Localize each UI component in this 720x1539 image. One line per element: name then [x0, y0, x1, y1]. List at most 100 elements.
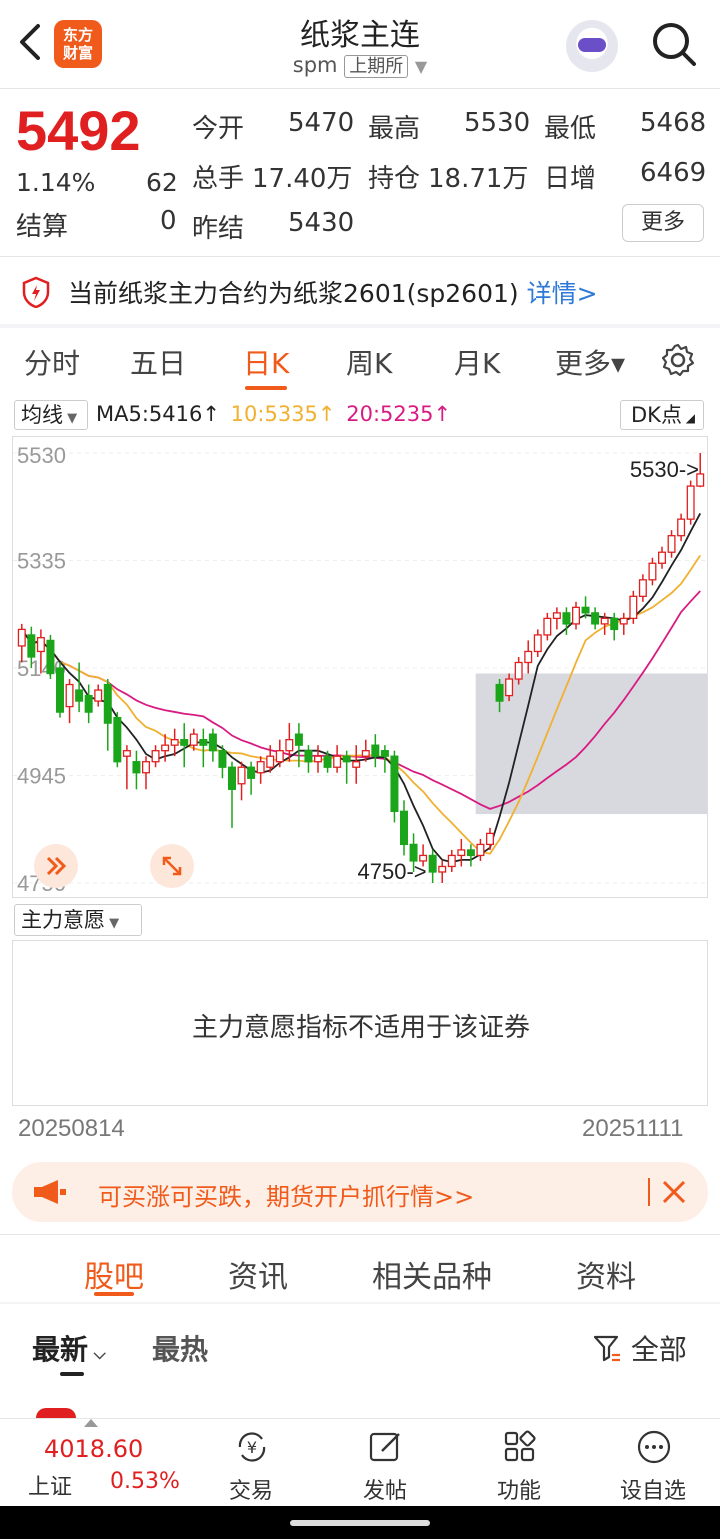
period-tabs: 分时 五日 日K 周K 月K 更多▾ — [0, 328, 720, 392]
nav-trade-label: 交易 — [228, 1479, 273, 1504]
section-gap — [0, 1302, 720, 1304]
notice-text: 当前纸浆主力合约为纸浆2601(sp2601) — [68, 279, 519, 308]
candle-body — [667, 535, 676, 553]
system-nav-bar — [0, 1506, 720, 1539]
assistant-robot-icon[interactable] — [566, 20, 618, 72]
more-quote-button[interactable]: 更多 — [622, 204, 704, 242]
tab-monthly-k[interactable]: 月K — [454, 342, 500, 382]
fullscreen-button[interactable] — [150, 844, 194, 888]
nav-functions[interactable]: 功能 — [464, 1419, 574, 1507]
candle-body — [218, 750, 227, 768]
candle-body — [189, 733, 198, 746]
post-avatar[interactable] — [36, 1408, 76, 1418]
tab-related[interactable]: 相关品种 — [372, 1252, 492, 1296]
main-contract-notice[interactable]: 当前纸浆主力合约为纸浆2601(sp2601) 详情> — [0, 258, 720, 324]
sort-indicator — [60, 1372, 84, 1376]
nav-add-watchlist[interactable]: 设自选 — [598, 1419, 708, 1507]
low-marker: 4750-> — [358, 859, 427, 884]
notice-detail-link[interactable]: 详情> — [527, 279, 598, 308]
prev-settle-value: 5430 — [288, 208, 355, 238]
sort-latest[interactable]: 最新 ⌵ — [32, 1328, 106, 1368]
promo-divider — [648, 1178, 650, 1206]
candle-body — [581, 606, 590, 614]
ma20-value: 20:5235 — [346, 402, 434, 426]
candle-body — [122, 750, 131, 757]
candle-body — [94, 689, 103, 702]
shield-alert-icon — [22, 276, 50, 308]
candle-body — [533, 634, 542, 653]
candle-body — [390, 755, 399, 812]
candle-body — [495, 683, 504, 702]
ma-type-select[interactable]: 均线 ▼ — [14, 400, 88, 430]
megaphone-icon — [34, 1180, 66, 1204]
exchange-badge: 上期所 — [344, 55, 409, 78]
settings-gear-icon[interactable] — [660, 342, 696, 378]
nav-trade[interactable]: ¥ 交易 — [196, 1419, 306, 1507]
candle-body — [600, 617, 609, 625]
indicator-message: 主力意愿指标不适用于该证券 — [191, 1013, 530, 1043]
index-name: 上证 — [28, 1475, 73, 1500]
candle-body — [208, 733, 217, 752]
candle-body — [400, 810, 408, 846]
candle-body — [505, 678, 514, 697]
active-tab-indicator — [245, 386, 287, 390]
compose-icon — [369, 1432, 400, 1462]
filter-button[interactable]: 全部 — [592, 1328, 687, 1368]
candle-body — [113, 716, 122, 763]
dk-point-button[interactable]: DK点 ◢ — [620, 400, 704, 430]
ma20-arrow: ↑ — [433, 402, 452, 426]
tab-forum[interactable]: 股吧 — [84, 1252, 144, 1296]
kline-chart[interactable]: 5530 5335 5140 4945 4750 5530-> 4750-> — [12, 436, 709, 898]
candle-body — [591, 612, 600, 625]
candle-body — [486, 832, 494, 846]
header: 东方 财富 纸浆主连 spm 上期所 ▼ — [0, 0, 720, 88]
tab-more[interactable]: 更多▾ — [555, 342, 625, 382]
home-indicator[interactable] — [290, 1520, 430, 1526]
tab-intraday[interactable]: 分时 — [24, 342, 80, 382]
candle-body — [447, 854, 456, 868]
bottom-toolbar: 4018.60 上证 0.53% ¥ 交易 发帖 功能 设自选 — [0, 1418, 720, 1506]
indicator-select-label: 主力意愿 — [21, 908, 105, 932]
candle-body — [285, 739, 294, 752]
content-tabs: 股吧 资讯 相关品种 资料 — [0, 1236, 720, 1302]
daily-increase-value: 6469 — [640, 158, 707, 188]
nav-functions-label: 功能 — [496, 1479, 541, 1504]
sort-hot[interactable]: 最热 — [152, 1328, 208, 1368]
candle-body — [304, 750, 313, 763]
expand-left-button[interactable] — [34, 844, 78, 888]
candle-body — [677, 518, 686, 537]
filter-icon — [593, 1335, 620, 1362]
ma10-arrow: ↑ — [317, 402, 336, 426]
tab-profile[interactable]: 资料 — [576, 1252, 636, 1296]
settle-label: 结算 — [16, 212, 69, 242]
ma-select-label: 均线 — [21, 403, 63, 427]
candle-body — [619, 617, 628, 625]
date-end: 20251111 — [582, 1115, 684, 1142]
settle-value: 0 — [160, 206, 177, 236]
tab-news[interactable]: 资讯 — [228, 1252, 288, 1296]
more-dots-icon — [637, 1430, 671, 1464]
close-icon[interactable] — [660, 1178, 688, 1206]
candle-body — [256, 761, 265, 774]
promo-banner[interactable]: 可买涨可买跌，期货开户抓行情>> — [12, 1162, 708, 1222]
candle-body — [457, 849, 466, 857]
candle-body — [170, 739, 179, 746]
index-ticker[interactable]: 4018.60 上证 0.53% — [0, 1419, 190, 1507]
tab-five-day[interactable]: 五日 — [130, 342, 186, 382]
search-icon[interactable] — [648, 18, 700, 70]
divider — [0, 256, 720, 257]
kline-svg: 553053355140494547505530->4750-> — [13, 443, 709, 896]
tab-weekly-k[interactable]: 周K — [346, 342, 392, 382]
indicator-select[interactable]: 主力意愿 ▼ — [14, 904, 142, 936]
candle-body — [228, 766, 236, 790]
candle-body — [237, 766, 246, 785]
tab-daily-k[interactable]: 日K — [243, 342, 289, 382]
candle-body — [75, 689, 84, 702]
expand-arrows-icon — [162, 856, 182, 876]
candle-body — [323, 755, 332, 768]
low-value: 5468 — [640, 108, 707, 138]
candle-body — [638, 579, 647, 597]
candle-body — [371, 744, 380, 757]
candle-body — [428, 854, 437, 873]
nav-post[interactable]: 发帖 — [330, 1419, 440, 1507]
